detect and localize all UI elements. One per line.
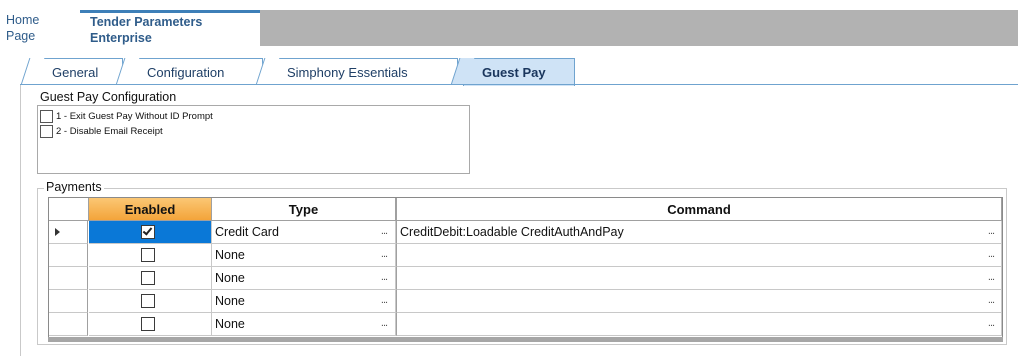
table-row[interactable]: Credit Card ... CreditDebit:Loadable Cre… (49, 221, 1002, 244)
row-header[interactable] (49, 290, 88, 313)
command-ellipsis-button[interactable]: ... (982, 221, 1000, 244)
type-ellipsis-button[interactable]: ... (375, 313, 393, 336)
config-option-disable-email[interactable]: 2 - Disable Email Receipt (40, 125, 163, 138)
enabled-checkbox[interactable] (141, 225, 155, 239)
config-option-2-checkbox[interactable] (40, 125, 53, 138)
row-header[interactable] (49, 244, 88, 267)
enabled-checkbox[interactable] (141, 294, 155, 308)
command-ellipsis-button[interactable]: ... (982, 313, 1000, 336)
enabled-checkbox[interactable] (141, 317, 155, 331)
grid-corner-header (49, 198, 89, 221)
config-option-1-label: 1 - Exit Guest Pay Without ID Prompt (56, 111, 213, 122)
enabled-cell[interactable] (89, 244, 212, 267)
enabled-checkbox[interactable] (141, 248, 155, 262)
type-cell[interactable]: None (212, 267, 396, 290)
guest-pay-config-title: Guest Pay Configuration (38, 90, 179, 104)
table-row[interactable]: None ... ... (49, 267, 1002, 290)
tab-general-label: General (52, 65, 99, 80)
enabled-checkbox[interactable] (141, 271, 155, 285)
row-header[interactable] (49, 313, 88, 336)
table-row[interactable]: None ... ... (49, 313, 1002, 336)
command-ellipsis-button[interactable]: ... (982, 290, 1000, 313)
command-cell[interactable]: CreditDebit:Loadable CreditAuthAndPay (396, 221, 1002, 244)
tab-configuration-label: Configuration (147, 65, 225, 80)
command-cell[interactable] (396, 244, 1002, 267)
document-tab-title: Tender Parameters (90, 15, 203, 29)
type-cell[interactable]: None (212, 290, 396, 313)
command-value: CreditDebit:Loadable CreditAuthAndPay (400, 225, 624, 239)
payments-title: Payments (44, 180, 104, 194)
table-row[interactable]: None ... ... (49, 244, 1002, 267)
type-value: None (215, 317, 245, 331)
type-cell[interactable]: None (212, 313, 396, 336)
command-cell[interactable] (396, 290, 1002, 313)
grid-horizontal-scrollbar[interactable] (48, 337, 1003, 342)
tab-configuration[interactable]: Configuration (128, 58, 263, 85)
type-ellipsis-button[interactable]: ... (375, 244, 393, 267)
type-ellipsis-button[interactable]: ... (375, 221, 393, 244)
payments-grid: Enabled Type Command Credit Card ... Cre… (48, 197, 1003, 342)
type-value: Credit Card (215, 225, 279, 239)
command-cell[interactable] (396, 313, 1002, 336)
enabled-cell[interactable] (89, 290, 212, 313)
enabled-cell[interactable] (89, 221, 212, 244)
column-header-enabled[interactable]: Enabled (89, 198, 212, 221)
tab-strip: General Configuration Simphony Essential… (0, 58, 1018, 86)
document-tab-subtitle: Enterprise (90, 31, 152, 45)
tab-general[interactable]: General (33, 58, 123, 85)
column-header-type[interactable]: Type (212, 198, 396, 221)
command-ellipsis-button[interactable]: ... (982, 244, 1000, 267)
header-bar: Home Page Tender Parameters Enterprise (0, 0, 1018, 46)
enabled-cell[interactable] (89, 313, 212, 336)
document-tab-tender-parameters[interactable]: Tender Parameters Enterprise (80, 10, 260, 46)
document-tab-strip-background (260, 10, 1018, 46)
config-option-1-checkbox[interactable] (40, 110, 53, 123)
type-ellipsis-button[interactable]: ... (375, 290, 393, 313)
home-tab-line1: Home (6, 13, 40, 27)
home-page-tab[interactable]: Home Page (0, 10, 80, 46)
column-header-command[interactable]: Command (396, 198, 1002, 221)
type-value: None (215, 248, 245, 262)
type-cell[interactable]: Credit Card (212, 221, 396, 244)
row-header[interactable] (49, 267, 88, 290)
row-header[interactable] (49, 221, 88, 244)
tab-simphony-essentials-label: Simphony Essentials (287, 65, 408, 80)
table-row[interactable]: None ... ... (49, 290, 1002, 313)
current-row-arrow-icon (55, 228, 60, 236)
home-tab-line2: Page (6, 29, 36, 43)
config-option-exit-without-id[interactable]: 1 - Exit Guest Pay Without ID Prompt (40, 110, 213, 123)
command-cell[interactable] (396, 267, 1002, 290)
command-ellipsis-button[interactable]: ... (982, 267, 1000, 290)
enabled-cell[interactable] (89, 267, 212, 290)
guest-pay-config-list: 1 - Exit Guest Pay Without ID Prompt 2 -… (37, 105, 470, 174)
checkmark-icon (142, 225, 153, 236)
tab-guest-pay[interactable]: Guest Pay (463, 58, 575, 86)
type-value: None (215, 294, 245, 308)
tab-guest-pay-label: Guest Pay (482, 65, 546, 80)
type-value: None (215, 271, 245, 285)
type-ellipsis-button[interactable]: ... (375, 267, 393, 290)
tab-simphony-essentials[interactable]: Simphony Essentials (268, 58, 458, 85)
type-cell[interactable]: None (212, 244, 396, 267)
config-option-2-label: 2 - Disable Email Receipt (56, 126, 163, 137)
